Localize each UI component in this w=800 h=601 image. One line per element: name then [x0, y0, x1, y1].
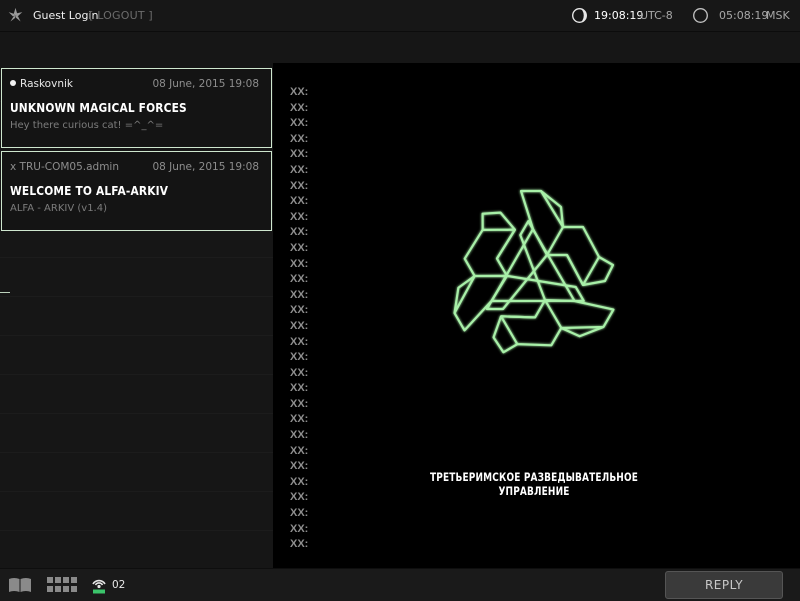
signal-icon[interactable]	[90, 575, 108, 595]
redacted-row-label: XX:	[290, 86, 309, 98]
message-item[interactable]: x TRU-COM05.admin 08 June, 2015 19:08 WE…	[1, 151, 272, 231]
redacted-row-label: XX:	[290, 226, 309, 239]
redacted-row-label: XX:	[290, 460, 309, 473]
message-title: UNKNOWN MAGICAL FORCES	[10, 100, 187, 115]
local-time: 19:08:19	[594, 9, 644, 22]
remote-time: 05:08:19	[719, 9, 769, 22]
message-sender: Raskovnik	[10, 78, 73, 90]
logout-link[interactable]: [ LOGOUT ]	[89, 9, 153, 22]
remote-timezone: MSK	[766, 9, 790, 22]
redacted-row-label: XX:	[290, 132, 309, 145]
redacted-row-label: XX:	[290, 101, 309, 114]
top-bar: Guest Login [ LOGOUT ] 19:08:19 UTC-8 05…	[0, 0, 800, 32]
message-preview: ALFA - ARKIV (v1.4)	[10, 203, 107, 214]
toolbar-strip	[0, 32, 800, 63]
redacted-row-label: XX:	[290, 319, 309, 332]
message-viewer: XX: XX: XX: XX: XX: XX: XX: XX: XX: XX: XX: XX: XX: X…	[273, 63, 800, 568]
redacted-row-label: XX:	[290, 382, 309, 395]
message-sender: x TRU-COM05.admin	[10, 161, 119, 173]
list-marker	[0, 292, 10, 293]
redacted-row-label: XX:	[290, 148, 309, 161]
redacted-row-label: XX:	[290, 429, 309, 442]
redacted-row-label: XX:	[290, 397, 309, 410]
redacted-row-label: XX:	[290, 475, 309, 488]
circle-clock-icon	[693, 8, 708, 23]
message-date: 08 June, 2015 19:08	[152, 78, 259, 90]
signal-count: 02	[112, 579, 126, 591]
redacted-row-label: XX:	[290, 335, 309, 348]
message-preview: Hey there curious cat! =^_^=	[10, 120, 164, 131]
redacted-row-label: XX:	[290, 304, 309, 317]
message-title: WELCOME TO ALFA-ARKIV	[10, 183, 169, 198]
redacted-row-label: XX:	[290, 241, 309, 254]
redacted-row-label: XX:	[290, 257, 309, 270]
redacted-row-label: XX:	[290, 522, 309, 535]
redacted-row-label: XX:	[290, 117, 309, 130]
redacted-rows: XX: XX: XX: XX: XX: XX: XX: XX: XX: XX: XX: XX: XX: X…	[290, 85, 330, 553]
redacted-row-label: XX:	[290, 507, 309, 520]
local-timezone: UTC-8	[640, 9, 673, 22]
book-icon[interactable]	[8, 577, 32, 593]
agency-emblem-icon	[453, 189, 615, 354]
app-logo-icon[interactable]	[7, 7, 24, 24]
sender-name: Raskovnik	[20, 78, 73, 90]
agency-name: ТРЕТЬЕРИМСКОЕ РАЗВЕДЫВАТЕЛЬНОЕ УПРАВЛЕНИ…	[429, 470, 639, 498]
message-item[interactable]: Raskovnik 08 June, 2015 19:08 UNKNOWN MA…	[1, 68, 272, 148]
unread-dot-icon	[10, 80, 16, 86]
redacted-row-label: XX:	[290, 288, 309, 301]
redacted-row-label: XX:	[290, 351, 309, 364]
redacted-row-label: XX:	[290, 366, 309, 379]
reply-button[interactable]: REPLY	[665, 571, 783, 599]
redacted-row-label: XX:	[290, 413, 309, 426]
redacted-row-label: XX:	[290, 210, 309, 223]
redacted-row-label: XX:	[290, 163, 309, 176]
message-list: Raskovnik 08 June, 2015 19:08 UNKNOWN MA…	[0, 63, 273, 568]
redacted-row-label: XX:	[290, 179, 309, 192]
redacted-row-label: XX:	[290, 273, 309, 286]
redacted-row-label: XX:	[290, 538, 309, 551]
redacted-row-label: XX:	[290, 444, 309, 457]
bottom-bar: 02 REPLY	[0, 568, 800, 601]
message-date: 08 June, 2015 19:08	[152, 161, 259, 173]
moon-clock-icon	[572, 8, 587, 23]
redacted-row-label: XX:	[290, 491, 309, 504]
redacted-row-label: XX:	[290, 195, 309, 208]
grid-icon[interactable]	[47, 577, 77, 593]
